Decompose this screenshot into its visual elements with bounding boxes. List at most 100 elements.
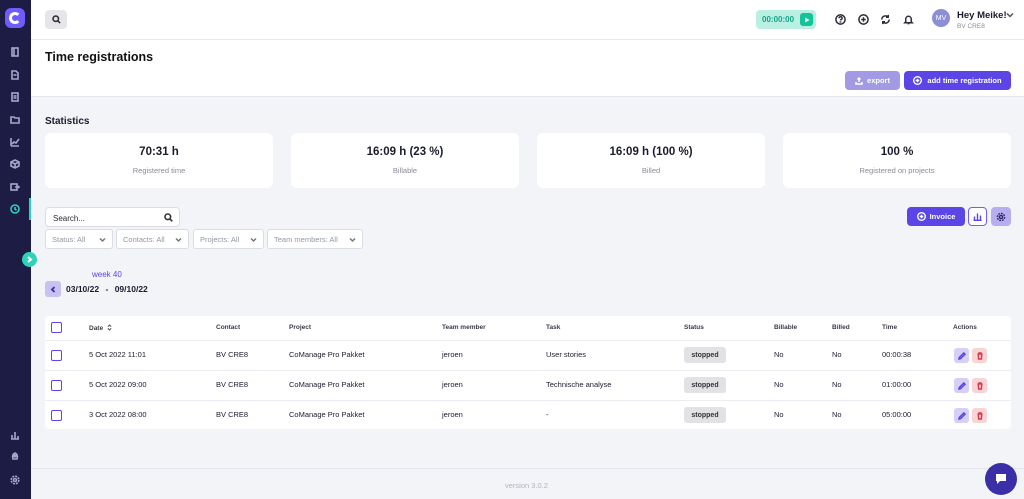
table-row[interactable]: 5 Oct 2022 09:00 BV CRE8 CoManage Pro Pa… [45,370,1011,399]
add-label: add time registration [927,76,1002,85]
column-header-billable: Billable [774,324,798,331]
filter-label: Contacts: All [123,234,165,244]
stat-value: 16:09 h (23 %) [366,146,444,158]
page-title: Time registrations [45,50,154,64]
time-registrations-table: Date Contact Project Team member Task St… [45,316,1011,429]
filter-contacts[interactable]: Contacts: All [116,229,189,249]
column-header-billed: Billed [832,324,850,331]
chevron-down-icon [250,236,257,243]
clock-icon[interactable] [7,201,23,217]
transfer-icon[interactable] [7,179,23,195]
play-icon[interactable] [800,13,813,26]
help-icon[interactable] [834,13,846,25]
table-settings-button[interactable] [991,207,1011,226]
delete-button[interactable] [972,348,987,363]
statistics-icon[interactable] [7,427,23,443]
column-header-contact: Contact [216,324,241,331]
add-circle-icon[interactable] [857,13,869,25]
trash-icon [977,381,982,390]
export-label: export [867,76,890,85]
document-icon[interactable] [7,67,23,83]
chevron-down-icon[interactable] [1006,11,1014,19]
timer-widget[interactable]: 00:00:00 [756,10,816,29]
cell-date: 5 Oct 2022 09:00 [89,380,147,389]
chat-button[interactable] [985,463,1017,495]
trash-icon [977,411,982,420]
row-checkbox[interactable] [51,380,62,391]
cell-contact: BV CRE8 [216,380,249,389]
filter-label: Projects: All [200,234,240,244]
status-badge: stopped [684,347,726,363]
pencil-icon [957,411,966,420]
bell-icon[interactable] [902,13,914,25]
edit-button[interactable] [954,408,969,423]
global-search-button[interactable] [45,10,67,29]
cell-project: CoManage Pro Pakket [289,350,365,359]
invoice-icon[interactable] [7,89,23,105]
refresh-icon[interactable] [879,13,891,25]
folder-chart-icon[interactable] [7,111,23,127]
table-row[interactable]: 3 Oct 2022 08:00 BV CRE8 CoManage Pro Pa… [45,400,1011,429]
gear-icon [996,212,1006,221]
sidebar [0,0,31,499]
growth-icon[interactable] [7,134,23,150]
app-logo[interactable] [5,8,25,28]
settings-icon[interactable] [7,472,23,488]
active-nav-indicator [29,198,31,220]
export-button[interactable]: export [845,71,900,90]
cell-billed: No [832,410,842,419]
filter-projects[interactable]: Projects: All [193,229,264,249]
expand-sidebar-button[interactable] [22,252,37,267]
previous-week-button[interactable] [45,281,61,297]
edit-button[interactable] [954,378,969,393]
rocket-icon[interactable] [7,449,23,465]
column-header-task: Task [546,324,561,331]
cell-billable: No [774,380,784,389]
search-icon[interactable] [164,213,173,222]
select-all-checkbox[interactable] [51,322,62,333]
user-company: BV CRE8 [957,23,985,30]
chart-view-button[interactable] [968,207,987,226]
filter-team-members[interactable]: Team members: All [267,229,363,249]
invoice-label: Invoice [929,212,956,221]
delete-button[interactable] [972,408,987,423]
column-header-date[interactable]: Date [89,324,112,332]
version-text: version 3.0.2 [505,481,548,490]
filter-status[interactable]: Status: All [45,229,113,249]
week-start: 03/10/22 [66,284,100,294]
delete-button[interactable] [972,378,987,393]
cell-time: 00:00:38 [882,350,912,359]
cell-team-member: jeroen [442,410,463,419]
week-separator: - [105,284,109,294]
add-time-registration-button[interactable]: add time registration [904,71,1011,90]
cell-contact: BV CRE8 [216,350,249,359]
cell-billable: No [774,350,784,359]
column-header-team-member: Team member [442,324,486,331]
upload-icon [855,76,863,85]
stat-label: Registered on projects [859,166,935,175]
row-checkbox[interactable] [51,350,62,361]
plus-circle-icon [916,212,926,221]
stat-label: Billed [641,166,661,175]
chevron-down-icon [175,236,182,243]
bar-chart-icon [973,213,982,221]
column-header-actions: Actions [953,324,977,331]
column-header-project: Project [289,324,312,331]
filter-label: Status: All [52,234,86,244]
table-row[interactable]: 5 Oct 2022 11:01 BV CRE8 CoManage Pro Pa… [45,340,1011,369]
notebook-icon[interactable] [7,44,23,60]
stat-value: 70:31 h [139,146,179,158]
edit-button[interactable] [954,348,969,363]
stat-card-registered-on-projects: 100 % Registered on projects [783,133,1011,188]
cell-project: CoManage Pro Pakket [289,410,365,419]
sort-icon[interactable] [107,324,112,331]
cell-billed: No [832,350,842,359]
search-input[interactable] [53,212,158,224]
user-greeting[interactable]: Hey Meike! [957,10,1007,21]
row-checkbox[interactable] [51,410,62,421]
invoice-button[interactable]: Invoice [907,207,965,226]
avatar[interactable]: MV [932,9,950,27]
stat-value: 100 % [880,146,914,158]
box-icon[interactable] [7,156,23,172]
footer-divider [31,468,1024,469]
